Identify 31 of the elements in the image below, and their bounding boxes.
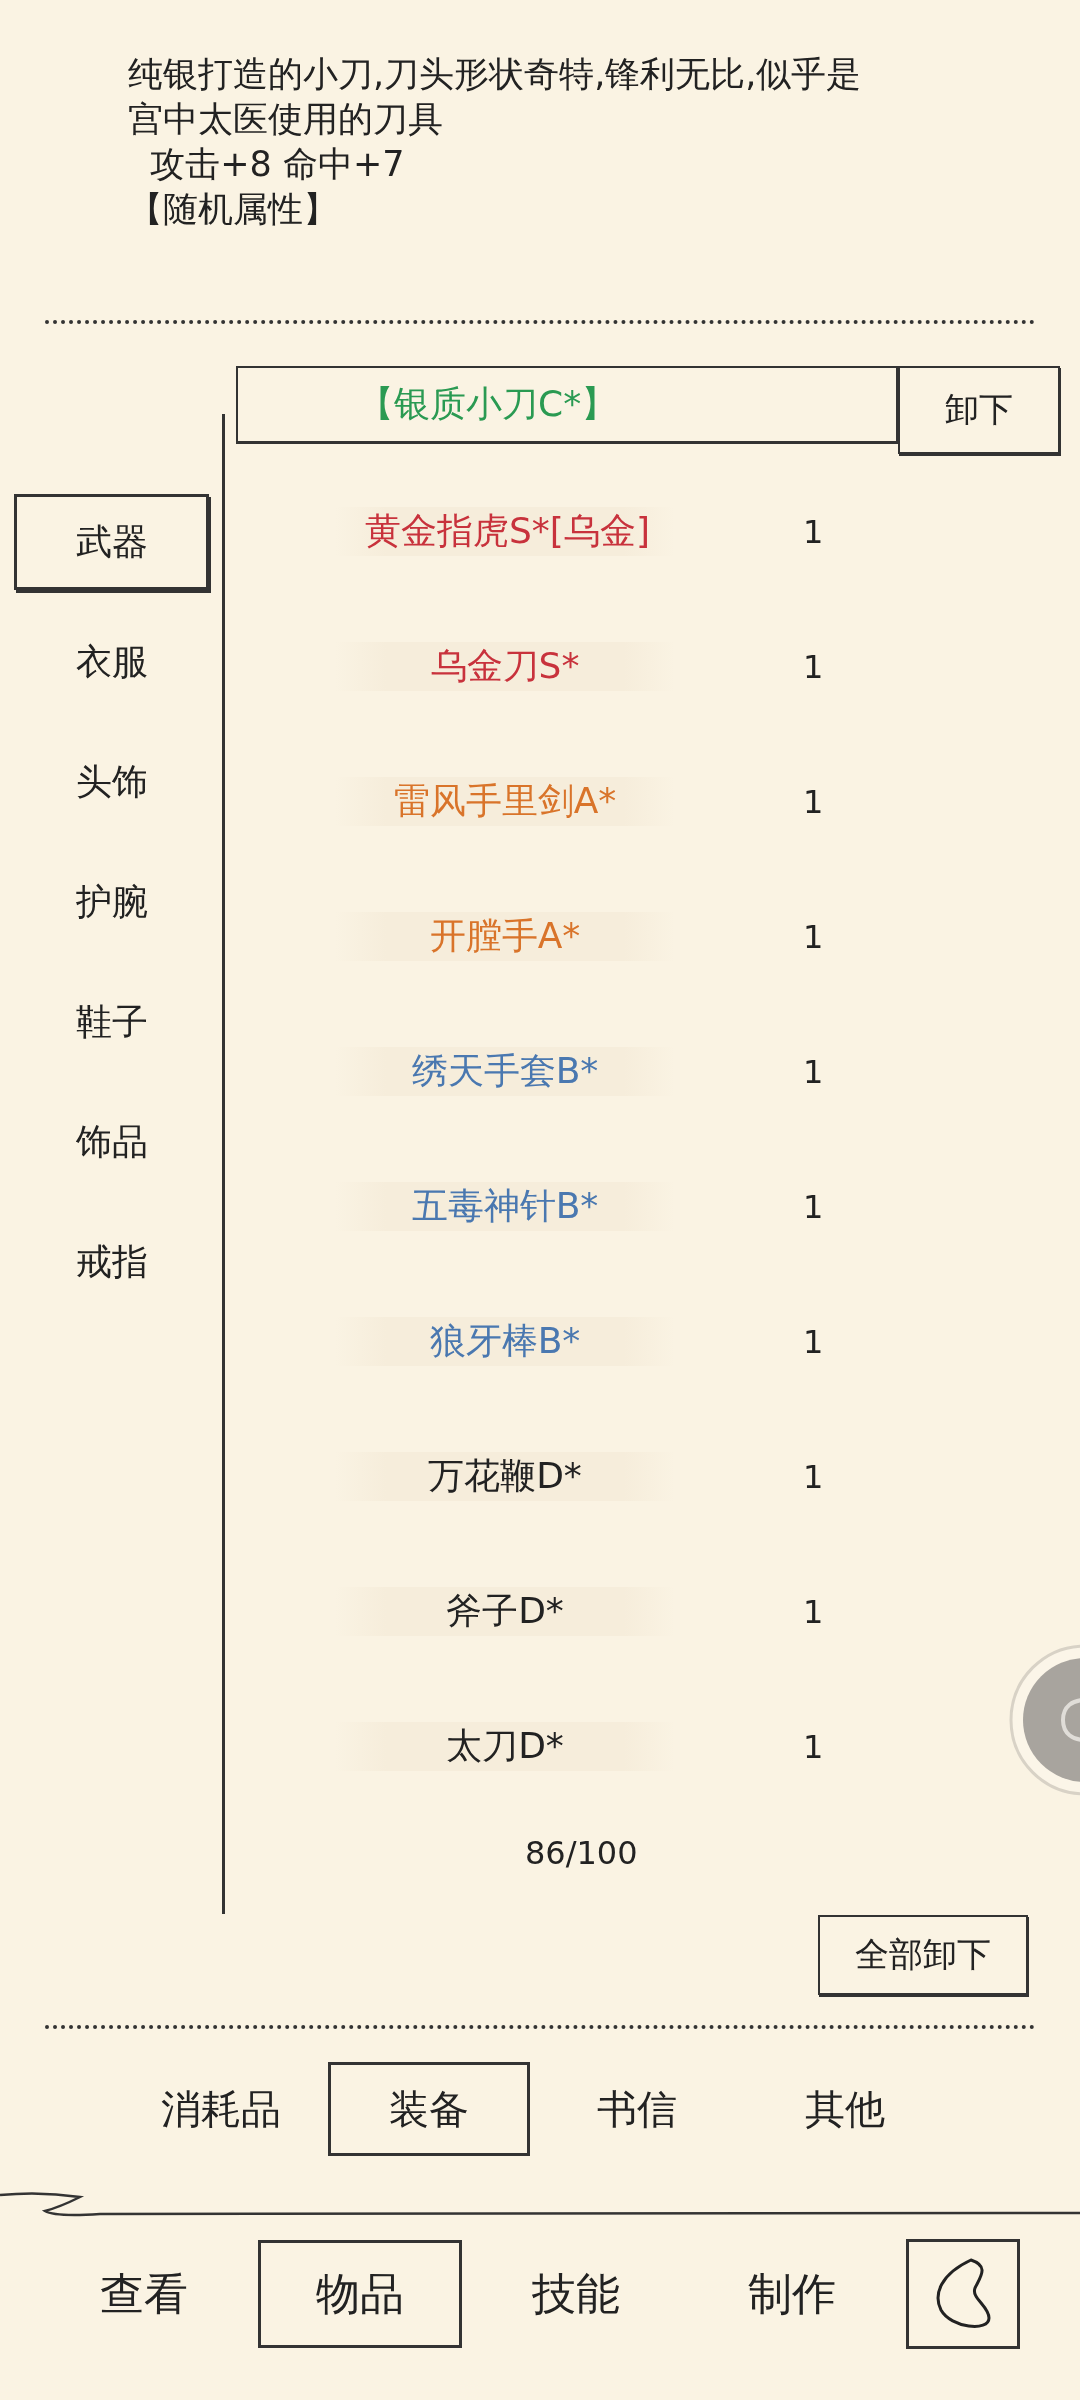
item-count: 1 — [803, 1322, 824, 1361]
back-button[interactable] — [906, 2239, 1020, 2349]
category-tab[interactable]: 武器 — [14, 494, 209, 590]
item-count: 1 — [803, 782, 824, 821]
equipped-item-name: 【银质小刀C*】 — [358, 382, 618, 426]
item-description: 纯银打造的小刀,刀头形状奇特,锋利无比,似乎是 宫中太医使用的刀具 攻击+8 命中+7 【随机属性】 — [127, 53, 863, 231]
item-count: 1 — [803, 1052, 824, 1091]
nav-tab[interactable]: 查看 — [42, 2240, 246, 2348]
bag-tab[interactable]: 装备 — [328, 2062, 530, 2156]
bag-tab[interactable]: 消耗品 — [120, 2062, 322, 2156]
nav-tab[interactable]: 技能 — [474, 2240, 678, 2348]
category-tab[interactable]: 戒指 — [14, 1214, 209, 1310]
category-tab[interactable]: 衣服 — [14, 614, 209, 710]
unequip-button[interactable]: 卸下 — [898, 366, 1060, 454]
item-count: 1 — [803, 512, 824, 551]
item-count: 1 — [803, 917, 824, 956]
bag-tab[interactable]: 其他 — [744, 2062, 946, 2156]
category-tab[interactable]: 头饰 — [14, 734, 209, 830]
capacity-count: 86/100 — [525, 1834, 638, 1872]
item-count: 1 — [803, 1187, 824, 1226]
item-count: 1 — [803, 647, 824, 686]
item-count: 1 — [803, 1592, 824, 1631]
bag-tab[interactable]: 书信 — [536, 2062, 738, 2156]
item-count: 1 — [803, 1727, 824, 1766]
category-tab[interactable]: 鞋子 — [14, 974, 209, 1070]
nav-tab[interactable]: 物品 — [258, 2240, 462, 2348]
category-tab[interactable]: 护腕 — [14, 854, 209, 950]
category-tab[interactable]: 饰品 — [14, 1094, 209, 1190]
unequip-all-button[interactable]: 全部卸下 — [818, 1915, 1028, 1995]
nav-tab[interactable]: 制作 — [690, 2240, 894, 2348]
item-count: 1 — [803, 1457, 824, 1496]
